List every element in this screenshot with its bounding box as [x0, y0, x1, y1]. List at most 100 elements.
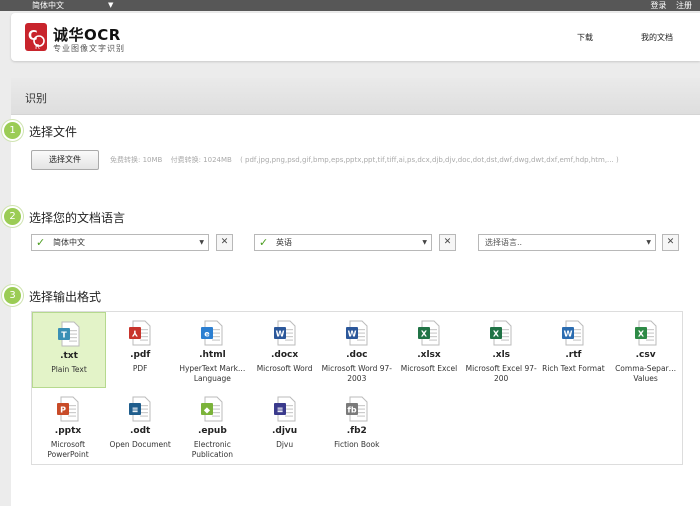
panel-title: 识别: [25, 92, 47, 105]
svg-text:fb: fb: [347, 406, 356, 415]
format-option-pdf[interactable]: ⅄ .pdf PDF: [104, 312, 176, 386]
svg-text:T: T: [61, 331, 67, 340]
csv-file-icon: X: [634, 320, 657, 346]
svg-text:◆: ◆: [204, 406, 211, 415]
format-extension: .rtf: [565, 350, 582, 360]
fb2-file-icon: fb: [345, 396, 368, 422]
format-description: Microsoft Word 97-2003: [321, 364, 393, 383]
format-extension: .pdf: [130, 350, 151, 360]
format-option-rtf[interactable]: W .rtf Rich Text Format: [537, 312, 609, 386]
logo-subtitle: 专业图像文字识别: [53, 44, 125, 53]
chevron-down-icon: ▼: [646, 239, 651, 246]
format-extension: .doc: [346, 350, 368, 360]
pdf-file-icon: ⅄: [129, 320, 151, 346]
epub-file-icon: ◆: [201, 396, 223, 422]
powerpoint-file-icon: P: [57, 396, 79, 422]
format-extension: .csv: [635, 350, 656, 360]
supported-formats: ( pdf,jpg,png,psd,gif,bmp,eps,pptx,ppt,t…: [240, 156, 619, 164]
format-description: Microsoft PowerPoint: [47, 440, 89, 459]
format-description: Open Document: [109, 440, 171, 449]
account-links: 登录 注册: [643, 0, 692, 11]
language-select-3-placeholder: 选择语言..: [485, 238, 523, 247]
clear-language-3-button[interactable]: ✕: [662, 234, 679, 251]
format-extension: .xlsx: [417, 350, 441, 360]
format-option-epub[interactable]: ◆ .epub Electronic Publication: [176, 388, 248, 462]
step-3-title: 选择输出格式: [29, 290, 102, 304]
format-option-xlsx[interactable]: X .xlsx Microsoft Excel: [393, 312, 465, 386]
html-file-icon: e: [201, 320, 223, 346]
format-description: Microsoft Excel: [400, 364, 458, 373]
format-option-odt[interactable]: ≡ .odt Open Document: [104, 388, 176, 462]
step-2-title: 选择您的文档语言: [29, 211, 126, 225]
step-3-badge: 3: [2, 285, 23, 306]
format-description: Microsoft Excel 97-200: [465, 364, 537, 383]
panel-header: 识别: [11, 78, 700, 115]
format-description: Rich Text Format: [542, 364, 605, 373]
format-option-txt[interactable]: T .txt Plain Text: [32, 312, 106, 388]
language-select-3[interactable]: 选择语言.. ▼: [478, 234, 656, 251]
format-extension: .html: [199, 350, 226, 360]
odt-file-icon: ≡: [129, 396, 151, 422]
file-limits: 免费转换: 10MB 付费转换: 1024MB ( pdf,jpg,png,ps…: [110, 155, 625, 165]
svg-text:X: X: [493, 330, 500, 339]
svg-text:P: P: [60, 406, 66, 415]
chevron-down-icon: ▼: [422, 239, 427, 246]
svg-text:W: W: [347, 330, 356, 339]
excel-file-icon: X: [418, 320, 440, 346]
step-1-badge: 1: [2, 120, 23, 141]
format-extension: .epub: [197, 426, 227, 436]
recognition-panel: 识别 1 选择文件 选择文件 免费转换: 10MB 付费转换: 1024MB (…: [2, 78, 700, 506]
svg-text:X: X: [421, 330, 428, 339]
format-option-doc[interactable]: W .doc Microsoft Word 97-2003: [321, 312, 393, 386]
nav-my-documents[interactable]: 我的文档: [641, 32, 673, 43]
logo-title[interactable]: 诚华OCR: [53, 24, 121, 45]
format-option-html[interactable]: e .html HyperText Mark… Language: [176, 312, 248, 386]
svg-text:⅄: ⅄: [131, 330, 138, 339]
format-description: Comma-Separ… Values: [615, 364, 677, 383]
nav-download[interactable]: 下载: [577, 32, 593, 43]
svg-text:W: W: [564, 330, 573, 339]
check-icon: ✓: [36, 236, 46, 249]
paid-limit: 付费转换: 1024MB: [170, 156, 232, 164]
format-option-csv[interactable]: X .csv Comma-Separ… Values: [610, 312, 682, 386]
clear-language-1-button[interactable]: ✕: [216, 234, 233, 251]
svg-text:e: e: [205, 330, 211, 339]
site-header: C R 诚华OCR 专业图像文字识别 下载 我的文档: [11, 13, 700, 61]
format-description: Djvu: [276, 440, 294, 449]
svg-text:X: X: [638, 330, 645, 339]
text-file-icon: T: [58, 321, 80, 347]
clear-language-2-button[interactable]: ✕: [439, 234, 456, 251]
language-select-1[interactable]: ✓ 简体中文 ▼: [31, 234, 209, 251]
output-format-grid: T .txt Plain Text ⅄ .pdf PDF e .html HyperText M…: [31, 311, 683, 465]
format-option-xls[interactable]: X .xls Microsoft Excel 97-200: [465, 312, 537, 386]
language-select-2[interactable]: ✓ 英语 ▼: [254, 234, 432, 251]
format-description: PDF: [132, 364, 148, 373]
format-description: HyperText Mark… Language: [179, 364, 246, 383]
step-2-badge: 2: [2, 206, 23, 227]
rtf-file-icon: W: [562, 320, 584, 346]
format-option-pptx[interactable]: P .pptx Microsoft PowerPoint: [32, 388, 104, 462]
format-extension: .odt: [130, 426, 151, 436]
login-link[interactable]: 登录: [650, 1, 666, 10]
format-option-djvu[interactable]: ≡ .djvu Djvu: [249, 388, 321, 462]
register-link[interactable]: 注册: [676, 1, 692, 10]
choose-file-button[interactable]: 选择文件: [31, 150, 99, 170]
format-extension: .xls: [492, 350, 511, 360]
logo-icon[interactable]: C R: [25, 23, 47, 51]
format-description: Plain Text: [51, 365, 87, 374]
language-select-1-value: 简体中文: [53, 238, 85, 247]
format-extension: .docx: [271, 350, 299, 360]
format-option-fb2[interactable]: fb .fb2 Fiction Book: [321, 388, 393, 462]
format-extension: .pptx: [54, 426, 82, 436]
excel-file-icon: X: [490, 320, 512, 346]
language-select-2-value: 英语: [276, 238, 292, 247]
svg-text:W: W: [275, 330, 284, 339]
language-switcher[interactable]: 简体中文: [32, 0, 64, 11]
format-option-docx[interactable]: W .docx Microsoft Word: [249, 312, 321, 386]
word-file-icon: W: [273, 320, 296, 346]
format-extension: .txt: [60, 351, 78, 361]
top-bar: 简体中文 ▼ 登录 注册: [0, 0, 700, 11]
djvu-file-icon: ≡: [273, 396, 296, 422]
format-extension: .djvu: [271, 426, 298, 436]
chevron-down-icon[interactable]: ▼: [108, 0, 113, 11]
